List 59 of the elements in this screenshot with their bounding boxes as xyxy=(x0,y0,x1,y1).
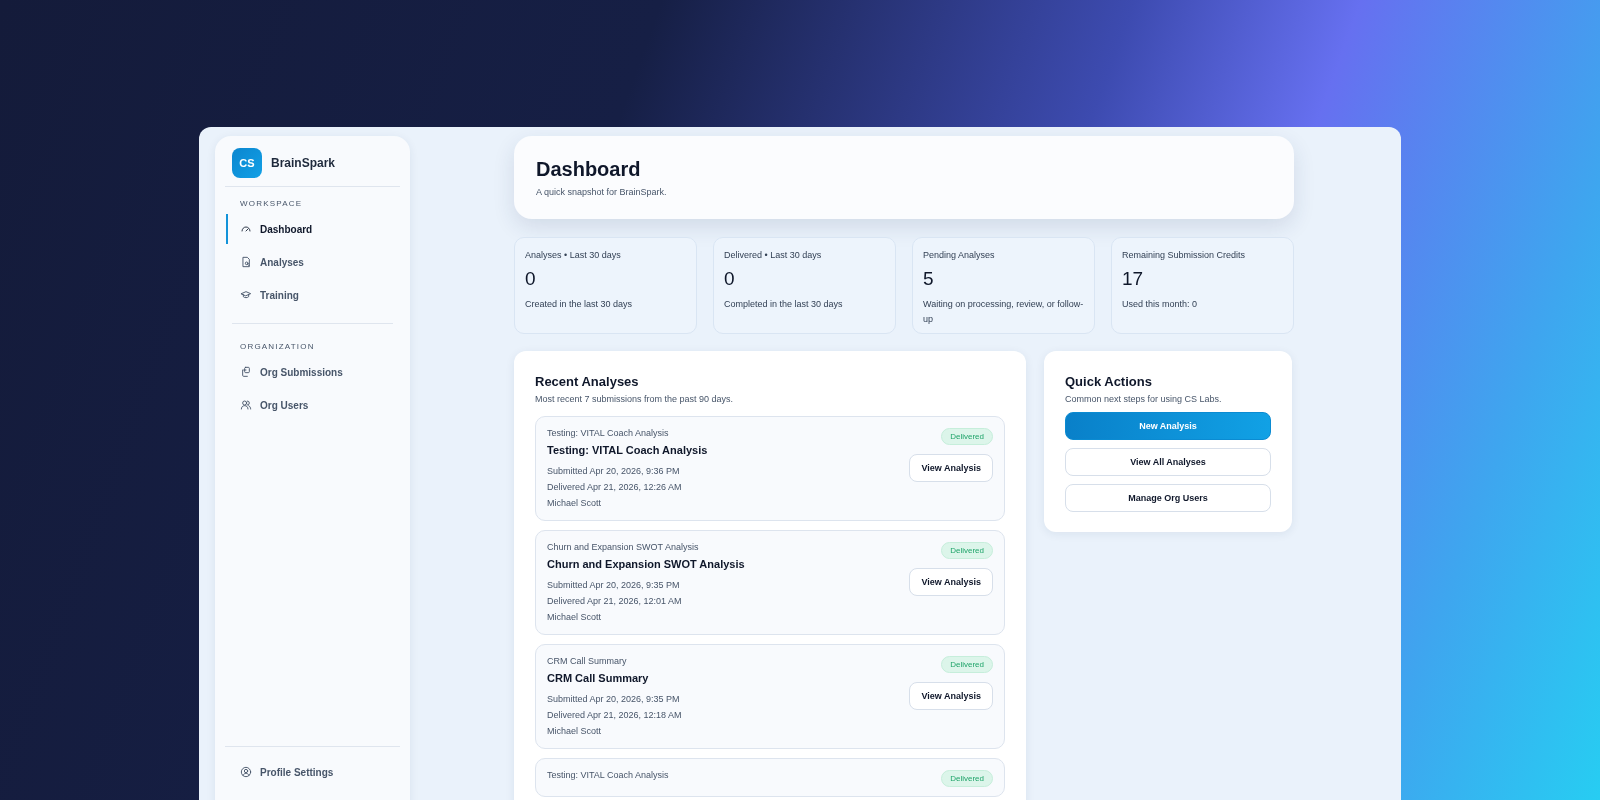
analysis-type: Testing: VITAL Coach Analysis xyxy=(547,428,670,438)
stat-value: 17 xyxy=(1122,268,1145,290)
user-circle-icon xyxy=(240,766,252,778)
action-button[interactable]: New Analysis xyxy=(1065,412,1271,440)
action-button[interactable]: View All Analyses xyxy=(1065,448,1271,476)
action-button[interactable]: Manage Org Users xyxy=(1065,484,1271,512)
delivered-date: Delivered Apr 21, 2026, 12:18 AM xyxy=(547,709,682,722)
submitted-date: Submitted Apr 20, 2026, 9:36 PM xyxy=(547,465,681,478)
submitted-date: Submitted Apr 20, 2026, 9:35 PM xyxy=(547,579,681,592)
stat-label: Pending Analyses xyxy=(923,250,996,260)
submitter-name: Michael Scott xyxy=(547,611,603,624)
status-badge: Delivered xyxy=(941,428,993,445)
stat-note: Used this month: 0 xyxy=(1122,298,1199,311)
analysis-type: CRM Call Summary xyxy=(547,656,628,666)
analysis-type: Testing: VITAL Coach Analysis xyxy=(547,770,669,780)
stat-note: Waiting on processing, review, or follow-up xyxy=(923,298,1084,326)
status-badge: Delivered xyxy=(941,656,993,673)
nav-item[interactable]: Analyses xyxy=(226,247,399,277)
analysis-type: Churn and Expansion SWOT Analysis xyxy=(547,542,700,552)
delivered-date: Delivered Apr 21, 2026, 12:01 AM xyxy=(547,595,683,608)
documents-icon xyxy=(240,366,252,378)
nav-item[interactable]: Dashboard xyxy=(226,214,399,244)
document-search-icon xyxy=(240,256,252,268)
analysis-title: Testing: VITAL Coach Analysis xyxy=(547,444,708,456)
analysis-title: CRM Call Summary xyxy=(547,672,650,684)
brand-name: BrainSpark xyxy=(271,156,336,170)
submitter-name: Michael Scott xyxy=(547,725,603,738)
nav-item[interactable]: Org Users xyxy=(226,390,399,420)
nav-item[interactable]: Training xyxy=(226,280,399,310)
section-heading: ORGANIZATION xyxy=(239,341,316,353)
status-badge: Delivered xyxy=(941,770,993,787)
users-icon xyxy=(240,399,252,411)
logo-badge: CS xyxy=(232,148,262,178)
analysis-title: Churn and Expansion SWOT Analysis xyxy=(547,558,745,570)
view-analysis-button[interactable]: View Analysis xyxy=(909,682,993,710)
stat-value: 0 xyxy=(525,268,537,290)
view-analysis-button[interactable]: View Analysis xyxy=(909,568,993,596)
panel-title: Recent Analyses xyxy=(535,374,640,389)
stat-value: 0 xyxy=(724,268,736,290)
stat-note: Completed in the last 30 days xyxy=(724,298,844,311)
view-analysis-button[interactable]: View Analysis xyxy=(909,454,993,482)
stat-note: Created in the last 30 days xyxy=(525,298,634,311)
graduation-cap-icon xyxy=(240,289,252,301)
stat-label: Delivered • Last 30 days xyxy=(724,250,823,260)
stat-label: Analyses • Last 30 days xyxy=(525,250,622,260)
panel-subtitle: Common next steps for using CS Labs. xyxy=(1065,394,1223,404)
panel-title: Quick Actions xyxy=(1065,374,1153,389)
nav-item[interactable]: Org Submissions xyxy=(226,357,399,387)
stat-value: 5 xyxy=(923,268,935,290)
page-subtitle: A quick snapshot for BrainSpark. xyxy=(536,187,668,197)
stat-label: Remaining Submission Credits xyxy=(1122,250,1247,260)
page-title: Dashboard xyxy=(536,158,642,181)
status-badge: Delivered xyxy=(941,542,993,559)
panel-subtitle: Most recent 7 submissions from the past 90 days. xyxy=(535,394,735,404)
nav-item[interactable]: Profile Settings xyxy=(226,757,399,787)
submitter-name: Michael Scott xyxy=(547,497,603,510)
section-heading: WORKSPACE xyxy=(239,198,304,210)
delivered-date: Delivered Apr 21, 2026, 12:26 AM xyxy=(547,481,683,494)
submitted-date: Submitted Apr 20, 2026, 9:35 PM xyxy=(547,693,681,706)
